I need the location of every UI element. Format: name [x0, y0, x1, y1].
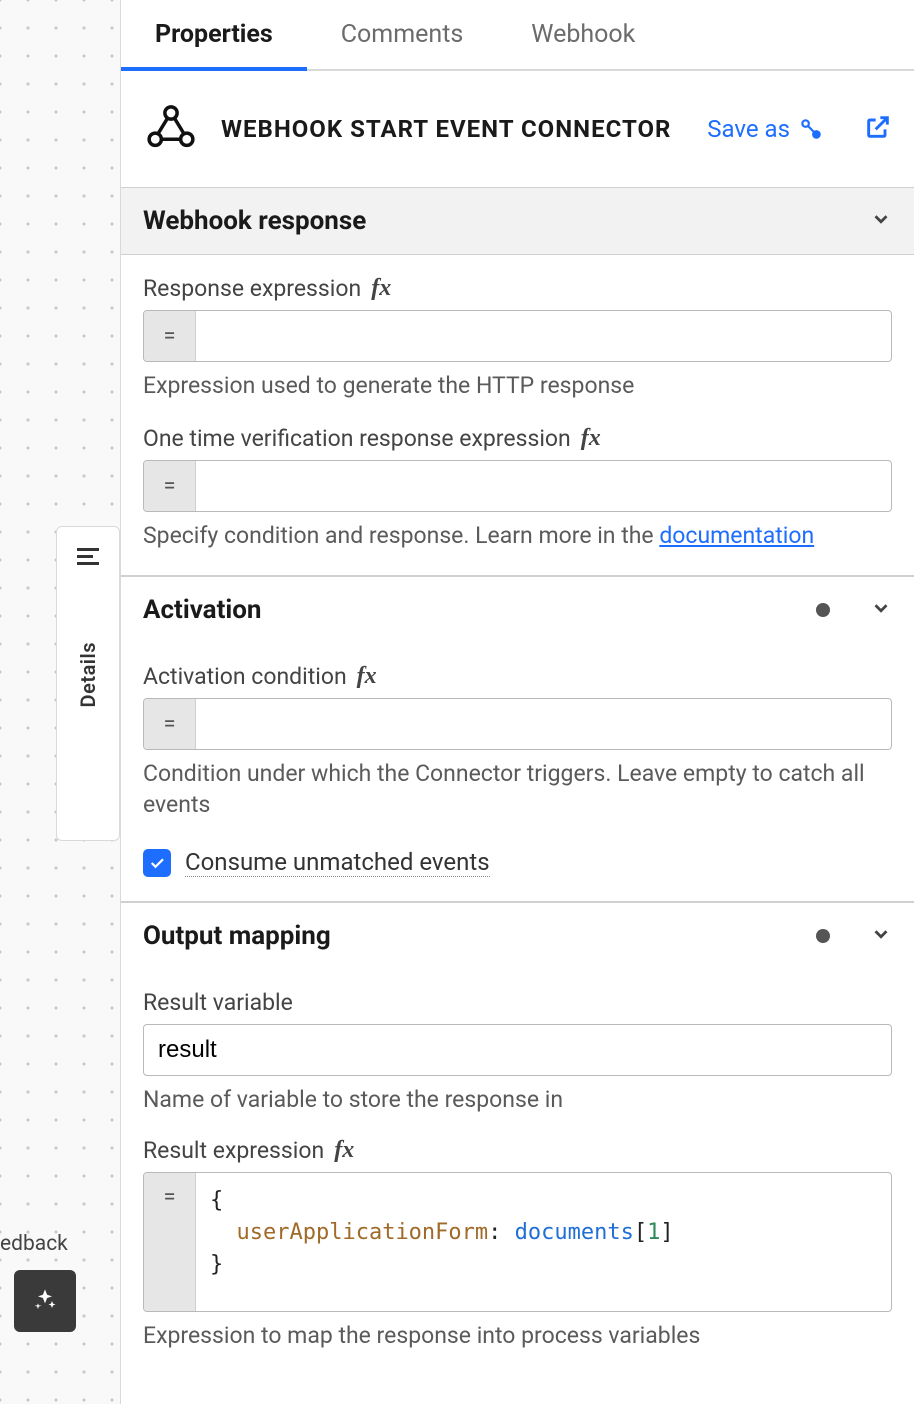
open-external-icon[interactable]	[864, 113, 892, 145]
activation-condition-input[interactable]: =	[143, 698, 892, 750]
status-dot-icon	[816, 929, 830, 943]
result-expression-input[interactable]: = { userApplicationForm: documents[1] }	[143, 1172, 892, 1312]
details-side-tab[interactable]: Details	[56, 526, 120, 841]
result-variable-input[interactable]	[143, 1024, 892, 1076]
menu-icon	[77, 547, 99, 572]
details-label: Details	[76, 642, 100, 707]
connector-save-icon	[798, 116, 824, 142]
activation-body: Activation condition fx = Condition unde…	[121, 643, 914, 902]
activation-condition-help: Condition under which the Connector trig…	[143, 758, 892, 820]
connector-title: WEBHOOK START EVENT CONNECTOR	[221, 115, 685, 143]
consume-unmatched-label: Consume unmatched events	[185, 848, 490, 877]
tab-comments[interactable]: Comments	[307, 0, 498, 71]
tab-properties[interactable]: Properties	[121, 0, 307, 71]
result-expression-label: Result expression fx	[143, 1137, 892, 1164]
result-expression-help: Expression to map the response into proc…	[143, 1320, 892, 1351]
status-dot-icon	[816, 603, 830, 617]
onetime-expression-input[interactable]: =	[143, 460, 892, 512]
tab-webhook[interactable]: Webhook	[497, 0, 669, 71]
fx-icon: fx	[357, 663, 377, 690]
properties-panel: Properties Comments Webhook WEBHOOK STAR…	[120, 0, 914, 1404]
save-as-button[interactable]: Save as	[707, 115, 824, 143]
result-variable-help: Name of variable to store the response i…	[143, 1084, 892, 1115]
result-variable-label: Result variable	[143, 989, 892, 1016]
panel-header: WEBHOOK START EVENT CONNECTOR Save as	[121, 71, 914, 187]
onetime-label: One time verification response expressio…	[143, 425, 892, 452]
activation-condition-label: Activation condition fx	[143, 663, 892, 690]
consume-unmatched-checkbox[interactable]	[143, 849, 171, 877]
chevron-down-icon	[870, 923, 892, 950]
equals-prefix: =	[144, 461, 196, 511]
documentation-link[interactable]: documentation	[659, 522, 814, 549]
feedback-text: edback	[0, 1232, 68, 1256]
activation-header[interactable]: Activation	[121, 576, 914, 643]
onetime-help: Specify condition and response. Learn mo…	[143, 520, 892, 551]
ai-sparkle-button[interactable]	[14, 1270, 76, 1332]
webhook-response-body: Response expression fx = Expression used…	[121, 255, 914, 576]
fx-icon: fx	[581, 425, 601, 452]
equals-prefix: =	[144, 699, 196, 749]
equals-prefix: =	[144, 311, 196, 361]
webhook-response-header[interactable]: Webhook response	[121, 187, 914, 255]
output-mapping-header[interactable]: Output mapping	[121, 902, 914, 969]
output-mapping-body: Result variable Name of variable to stor…	[121, 969, 914, 1375]
response-expression-input[interactable]: =	[143, 310, 892, 362]
equals-prefix: =	[144, 1173, 196, 1311]
tabs: Properties Comments Webhook	[121, 0, 914, 71]
result-expression-code[interactable]: { userApplicationForm: documents[1] }	[196, 1173, 891, 1311]
fx-icon: fx	[334, 1137, 354, 1164]
response-expression-help: Expression used to generate the HTTP res…	[143, 370, 892, 401]
webhook-icon	[143, 99, 199, 159]
consume-unmatched-row: Consume unmatched events	[143, 848, 892, 877]
chevron-down-icon	[870, 597, 892, 624]
response-expression-label: Response expression fx	[143, 275, 892, 302]
fx-icon: fx	[371, 275, 391, 302]
chevron-down-icon	[870, 208, 892, 235]
